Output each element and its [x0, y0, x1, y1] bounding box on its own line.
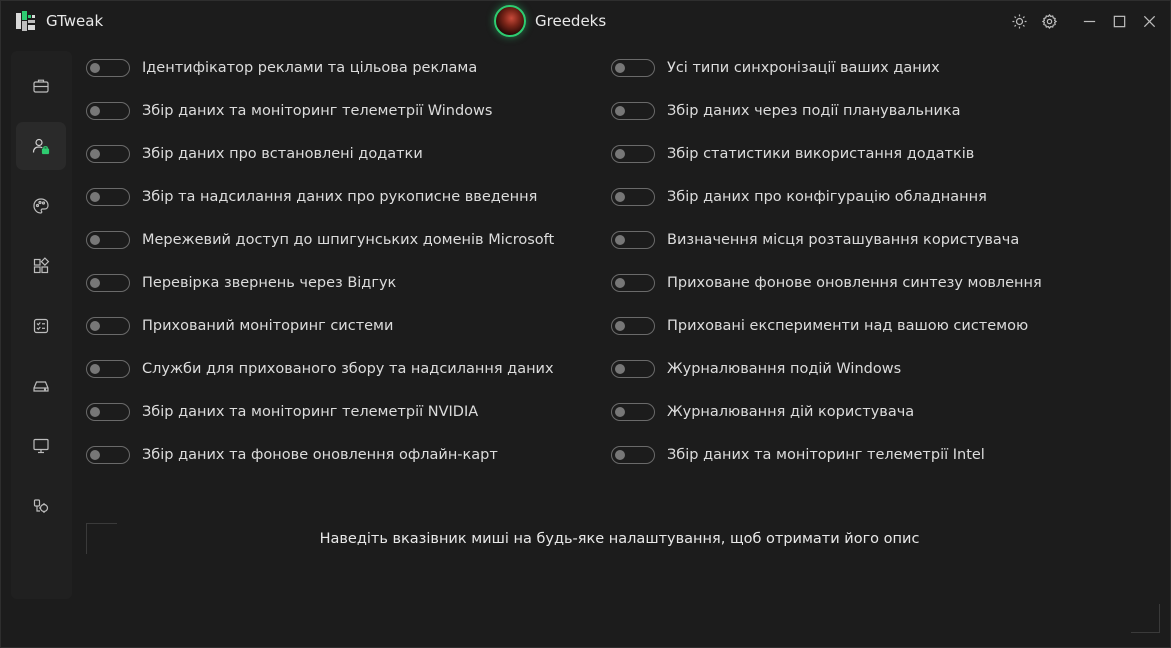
apps-icon — [33, 257, 50, 274]
setting-label: Приховане фонове оновлення синтезу мовле… — [667, 275, 1042, 291]
setting-label: Приховані експерименти над вашою системо… — [667, 318, 1029, 334]
sidebar-item-applications[interactable] — [16, 242, 66, 290]
setting-label: Збір даних та моніторинг телеметрії NVID… — [142, 404, 479, 420]
sidebar-item-tools[interactable] — [16, 62, 66, 110]
toggle-switch[interactable] — [611, 231, 655, 249]
setting-row[interactable]: Збір даних про конфігурацію обладнання — [611, 186, 987, 208]
sidebar-item-confidentiality[interactable] — [16, 122, 66, 170]
toggle-switch[interactable] — [86, 188, 130, 206]
checklist-icon — [33, 318, 49, 334]
setting-label: Збір даних через події планувальника — [667, 103, 961, 119]
toggle-switch[interactable] — [611, 188, 655, 206]
sidebar-item-interface[interactable] — [16, 182, 66, 230]
setting-row[interactable]: Збір даних та моніторинг телеметрії Inte… — [611, 444, 985, 466]
palette-icon — [33, 198, 49, 214]
setting-label: Журналювання дій користувача — [667, 404, 915, 420]
toggle-switch[interactable] — [86, 274, 130, 292]
toggle-switch[interactable] — [611, 102, 655, 120]
toggle-switch[interactable] — [86, 59, 130, 77]
setting-row[interactable]: Визначення місця розташування користувач… — [611, 229, 1019, 251]
services-icon — [33, 499, 49, 513]
setting-row[interactable]: Збір та надсилання даних про рукописне в… — [86, 186, 537, 208]
toggle-switch[interactable] — [611, 360, 655, 378]
app-title: GTweak — [46, 12, 104, 30]
setting-row[interactable]: Перевірка звернень через Відгук — [86, 272, 396, 294]
setting-row[interactable]: Журналювання дій користувача — [611, 401, 914, 423]
avatar[interactable] — [494, 5, 526, 37]
gear-icon[interactable] — [1034, 6, 1064, 36]
setting-label: Збір даних про конфігурацію обладнання — [667, 189, 987, 205]
toggle-switch[interactable] — [86, 403, 130, 421]
setting-row[interactable]: Журналювання подій Windows — [611, 358, 901, 380]
sun-icon[interactable] — [1004, 6, 1034, 36]
setting-label: Прихований моніторинг системи — [142, 318, 394, 334]
toggle-switch[interactable] — [86, 446, 130, 464]
close-icon[interactable] — [1134, 6, 1164, 36]
maximize-icon[interactable] — [1104, 6, 1134, 36]
setting-row[interactable]: Ідентифікатор реклами та цільова реклама — [86, 57, 477, 79]
setting-row[interactable]: Мережевий доступ до шпигунських доменів … — [86, 229, 554, 251]
setting-label: Мережевий доступ до шпигунських доменів … — [142, 232, 555, 248]
setting-row[interactable]: Прихований моніторинг системи — [86, 315, 393, 337]
toggle-switch[interactable] — [86, 102, 130, 120]
setting-row[interactable]: Усі типи синхронізації ваших даних — [611, 57, 940, 79]
setting-description: Наведіть вказівник миші на будь-яке нала… — [319, 531, 920, 547]
setting-row[interactable]: Збір статистики використання додатків — [611, 143, 974, 165]
setting-label: Перевірка звернень через Відгук — [142, 275, 397, 291]
setting-label: Збір та надсилання даних про рукописне в… — [142, 189, 538, 205]
profile[interactable]: Greedeks — [494, 5, 606, 37]
toggle-switch[interactable] — [611, 317, 655, 335]
setting-row[interactable]: Збір даних через події планувальника — [611, 100, 961, 122]
toggle-switch[interactable] — [611, 446, 655, 464]
setting-label: Ідентифікатор реклами та цільова реклама — [142, 60, 478, 76]
setting-label: Усі типи синхронізації ваших даних — [667, 60, 940, 76]
drive-icon — [33, 381, 49, 392]
toggle-switch[interactable] — [611, 274, 655, 292]
setting-label: Журналювання подій Windows — [667, 361, 902, 377]
setting-row[interactable]: Збір даних та моніторинг телеметрії NVID… — [86, 401, 478, 423]
title-controls — [1004, 1, 1170, 41]
sidebar-item-services[interactable] — [16, 302, 66, 350]
setting-row[interactable]: Служби для прихованого збору та надсилан… — [86, 358, 554, 380]
sidebar-item-system[interactable] — [16, 422, 66, 470]
profile-name: Greedeks — [535, 12, 607, 30]
setting-label: Визначення місця розташування користувач… — [667, 232, 1020, 248]
setting-label: Служби для прихованого збору та надсилан… — [142, 361, 554, 377]
toggle-switch[interactable] — [86, 231, 130, 249]
toggle-switch[interactable] — [611, 145, 655, 163]
toggle-switch[interactable] — [86, 317, 130, 335]
monitor-icon — [33, 438, 49, 454]
toggle-switch[interactable] — [86, 360, 130, 378]
setting-label: Збір даних про встановлені додатки — [142, 146, 423, 162]
setting-row[interactable]: Приховані експерименти над вашою системо… — [611, 315, 1028, 337]
briefcase-icon — [33, 79, 49, 93]
title-bar[interactable]: GTweak Greedeks — [1, 1, 1170, 41]
setting-label: Збір даних та моніторинг телеметрії Inte… — [667, 447, 985, 463]
setting-row[interactable]: Збір даних про встановлені додатки — [86, 143, 423, 165]
setting-row[interactable]: Збір даних та моніторинг телеметрії Wind… — [86, 100, 492, 122]
toggle-switch[interactable] — [611, 403, 655, 421]
setting-label: Збір статистики використання додатків — [667, 146, 975, 162]
minimize-icon[interactable] — [1074, 6, 1104, 36]
setting-row[interactable]: Збір даних та фонове оновлення офлайн-ка… — [86, 444, 498, 466]
resize-grip[interactable] — [1131, 604, 1160, 633]
setting-label: Збір даних та фонове оновлення офлайн-ка… — [142, 447, 498, 463]
setting-label: Збір даних та моніторинг телеметрії Wind… — [142, 103, 493, 119]
toggle-switch[interactable] — [86, 145, 130, 163]
sidebar-item-more[interactable] — [16, 482, 66, 530]
sidebar — [11, 51, 72, 599]
toggle-switch[interactable] — [611, 59, 655, 77]
app-window: GTweak Greedeks Ідентифікатор реклами та… — [0, 0, 1171, 648]
setting-row[interactable]: Приховане фонове оновлення синтезу мовле… — [611, 272, 1042, 294]
app-logo-icon — [16, 11, 35, 31]
sidebar-item-drives[interactable] — [16, 362, 66, 410]
user-lock-icon — [32, 138, 50, 155]
